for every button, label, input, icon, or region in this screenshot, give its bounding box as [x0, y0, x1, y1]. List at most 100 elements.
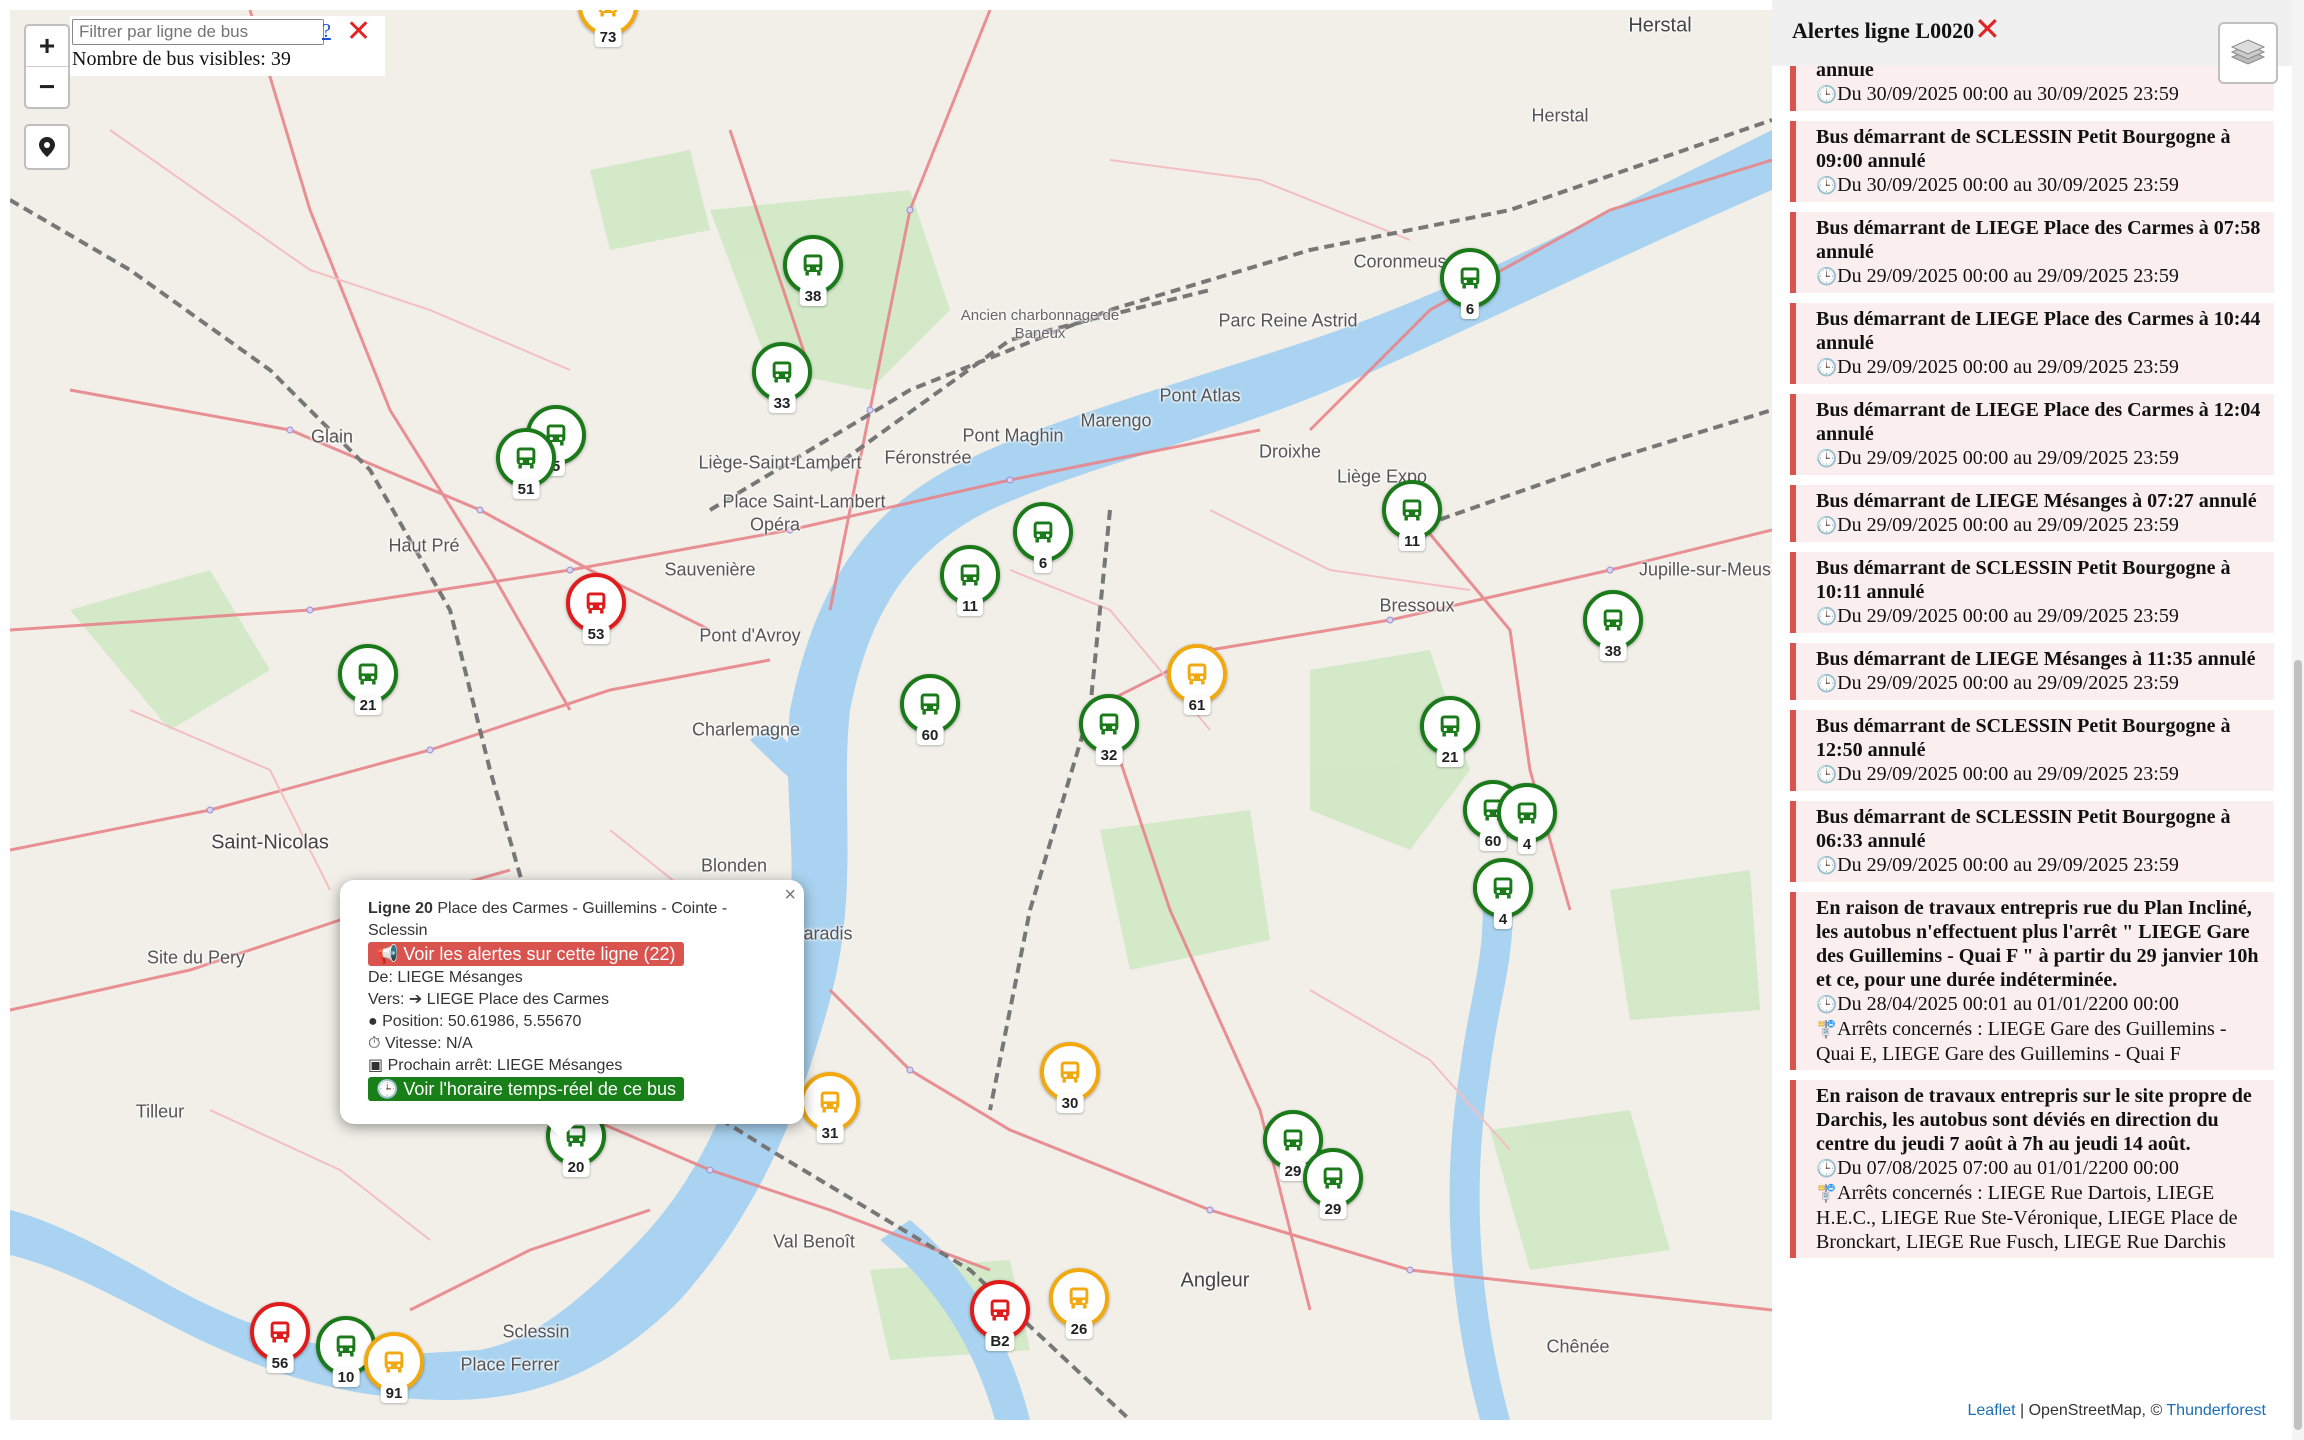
bus-line-number: 4 [1517, 835, 1537, 854]
bus-marker[interactable]: 53 [566, 573, 626, 653]
bus-marker[interactable]: 21 [338, 644, 398, 724]
alert-date: Du 29/09/2025 00:00 au 29/09/2025 23:59 [1816, 671, 2268, 696]
place-label: Glain [310, 426, 354, 447]
scrollbar-thumb[interactable] [2294, 660, 2302, 1430]
bus-marker[interactable]: 32 [1079, 694, 1139, 774]
sidebar-scrollbar[interactable] [2292, 0, 2304, 1440]
close-sidebar-button[interactable]: ✕ [1974, 10, 2001, 48]
alerts-sidebar: annuléDu 30/09/2025 00:00 au 30/09/2025 … [1772, 0, 2304, 1440]
alert-item: Bus démarrant de LIEGE Mésanges à 11:35 … [1790, 643, 2274, 700]
zoom-out-button[interactable]: − [26, 66, 68, 107]
alert-item: Bus démarrant de LIEGE Mésanges à 07:27 … [1790, 485, 2274, 542]
leaflet-link[interactable]: Leaflet [1968, 1402, 2016, 1419]
place-label: Sclessin [502, 1321, 570, 1342]
place-label: Sauvenière [664, 559, 756, 580]
bus-marker[interactable]: 6 [1440, 248, 1500, 328]
bus-marker[interactable]: 61 [1167, 644, 1227, 724]
alert-title: Bus démarrant de SCLESSIN Petit Bourgogn… [1816, 126, 2231, 172]
bus-icon [1497, 783, 1557, 843]
bus-marker[interactable]: 31 [800, 1072, 860, 1152]
bus-marker[interactable]: B2 [970, 1280, 1030, 1360]
bus-icon [1079, 694, 1139, 754]
bus-marker[interactable]: 73 [578, 10, 638, 56]
bus-icon [1013, 502, 1073, 562]
map-canvas[interactable]: Herstal Herstal Coronmeuse Parc Reine As… [10, 10, 1772, 1420]
bus-icon [783, 235, 843, 295]
line-filter-input[interactable] [72, 19, 324, 45]
view-schedule-button[interactable]: 🕒 Voir l'horaire temps-réel de ce bus [368, 1077, 684, 1101]
place-label: Féronstrée [884, 447, 972, 468]
place-label: Herstal [1531, 105, 1589, 126]
bus-line-number: 51 [512, 480, 540, 499]
alert-title: Bus démarrant de SCLESSIN Petit Bourgogn… [1816, 806, 2231, 852]
bus-line-number: 31 [816, 1124, 844, 1143]
bus-marker[interactable]: 11 [940, 545, 1000, 625]
bus-popup: × Ligne 20 Place des Carmes - Guillemins… [340, 880, 804, 1138]
bus-marker[interactable]: 38 [1583, 590, 1643, 670]
place-label: Pont Atlas [1159, 385, 1241, 406]
place-label: Ancien charbonnage de Baneux [960, 307, 1120, 342]
bus-marker[interactable]: 26 [1049, 1268, 1109, 1348]
place-label: Herstal [1628, 14, 1692, 37]
place-label: Parc Reine Astrid [1218, 310, 1358, 331]
popup-speed-row: ⏱ Vitesse: N/A [368, 1033, 778, 1055]
bus-icon [1040, 1042, 1100, 1102]
place-label: Val Benoît [773, 1231, 855, 1252]
help-link[interactable]: ? [322, 20, 331, 43]
clear-filter-button[interactable]: ✕ [346, 16, 371, 48]
bus-line-number: 33 [768, 394, 796, 413]
bus-marker[interactable]: 51 [496, 428, 556, 508]
bus-marker[interactable]: 91 [364, 1332, 424, 1412]
alert-item: Bus démarrant de SCLESSIN Petit Bourgogn… [1790, 121, 2274, 202]
bus-marker[interactable]: 21 [1420, 696, 1480, 776]
alerts-list[interactable]: annuléDu 30/09/2025 00:00 au 30/09/2025 … [1790, 54, 2274, 1268]
alert-date: Du 28/04/2025 00:01 au 01/01/2200 00:00 [1816, 992, 2268, 1017]
alert-title: En raison de travaux entrepris rue du Pl… [1816, 897, 2259, 991]
alert-date: Du 29/09/2025 00:00 au 29/09/2025 23:59 [1816, 853, 2268, 878]
alert-title: Bus démarrant de LIEGE Place des Carmes … [1816, 308, 2261, 354]
bus-marker[interactable]: 38 [783, 235, 843, 315]
place-label: Place Saint-Lambert [722, 491, 886, 512]
bus-marker[interactable]: 30 [1040, 1042, 1100, 1122]
bus-line-number: 32 [1095, 746, 1123, 765]
bus-marker[interactable]: 60 [900, 674, 960, 754]
bus-marker[interactable]: 56 [250, 1302, 310, 1382]
alert-item: Bus démarrant de SCLESSIN Petit Bourgogn… [1790, 552, 2274, 633]
bus-icon [900, 674, 960, 734]
popup-from: De: LIEGE Mésanges [368, 969, 523, 986]
alert-title: Bus démarrant de LIEGE Mésanges à 11:35 … [1816, 648, 2256, 670]
bus-line-number: 30 [1056, 1094, 1084, 1113]
popup-to: Vers: ➔ LIEGE Place des Carmes [368, 991, 610, 1008]
popup-close-button[interactable]: × [784, 884, 796, 907]
bus-marker[interactable]: 11 [1382, 480, 1442, 560]
bus-icon [566, 573, 626, 633]
popup-tip [545, 1122, 577, 1138]
speedometer-icon: ⏱ [368, 1035, 385, 1052]
locate-button[interactable] [24, 124, 70, 170]
popup-position-row: ● Position: 50.61986, 5.55670 [368, 1011, 778, 1033]
alert-title: Bus démarrant de LIEGE Place des Carmes … [1816, 399, 2261, 445]
bus-marker[interactable]: 6 [1013, 502, 1073, 582]
popup-line-info: Ligne 20 Place des Carmes - Guillemins -… [368, 898, 778, 942]
layers-icon [2230, 39, 2266, 65]
bus-marker[interactable]: 29 [1303, 1148, 1363, 1228]
bus-icon [970, 1280, 1030, 1340]
zoom-in-button[interactable]: + [26, 26, 68, 66]
zoom-control: + − [24, 24, 70, 109]
visible-bus-count: Nombre de bus visibles: 39 [72, 48, 291, 70]
alert-date: Du 30/09/2025 00:00 au 30/09/2025 23:59 [1816, 82, 2268, 107]
bus-icon [752, 342, 812, 402]
attribution-osm: | OpenStreetMap, © [2015, 1402, 2167, 1419]
bus-marker[interactable]: 4 [1497, 783, 1557, 863]
bus-line-number: 21 [1436, 748, 1464, 767]
place-label: Haut Pré [388, 535, 460, 556]
thunderforest-link[interactable]: Thunderforest [2166, 1402, 2266, 1419]
alert-date: Du 29/09/2025 00:00 au 29/09/2025 23:59 [1816, 513, 2268, 538]
place-label: Charlemagne [691, 719, 801, 740]
bus-icon [338, 644, 398, 704]
bus-icon [1440, 248, 1500, 308]
bus-marker[interactable]: 4 [1473, 858, 1533, 938]
view-alerts-button[interactable]: 📢 Voir les alertes sur cette ligne (22) [368, 942, 684, 966]
layers-button[interactable] [2218, 22, 2278, 84]
bus-marker[interactable]: 33 [752, 342, 812, 422]
